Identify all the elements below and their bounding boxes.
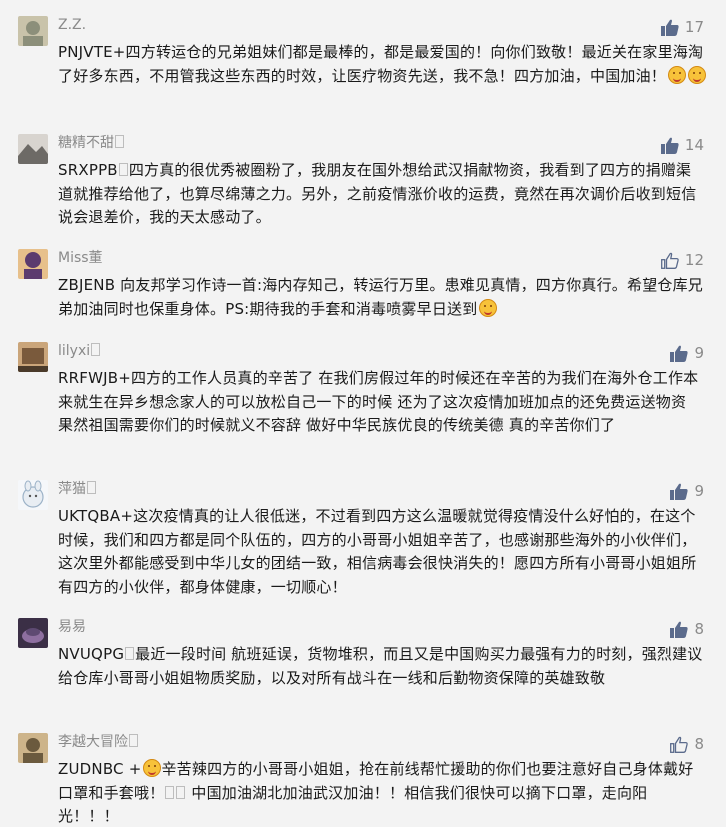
comment-body: RRFWJB+四方的工作人员真的辛苦了 在我们房假过年的时候还在辛苦的为我们在海… — [58, 369, 699, 434]
like-count: 14 — [684, 136, 704, 154]
comment-text: PNJVTE+四方转运仓的兄弟姐妹们都是最棒的，都是最爱国的！向你们致敬！最近关… — [58, 41, 707, 88]
thumb-up-filled-icon — [670, 345, 689, 362]
avatar[interactable] — [18, 16, 48, 46]
like-button[interactable]: 12 — [660, 251, 704, 269]
avatar-photo-icon — [18, 733, 48, 763]
avatar[interactable] — [18, 733, 48, 763]
comment-text: ZBJENB 向友邦学习作诗一首:海内存知己，转运行万里。患难见真情，四方你真行… — [58, 274, 706, 321]
avatar[interactable] — [18, 134, 48, 164]
avatar[interactable] — [18, 618, 48, 648]
comment-text: SRXPPB 四方真的很优秀被圈粉了，我朋友在国外想给武汉捐献物资，我看到了四方的… — [58, 159, 706, 230]
avatar[interactable] — [18, 342, 48, 372]
emoji-grin-icon — [688, 65, 707, 84]
missing-glyph-icon — [87, 481, 96, 494]
missing-glyph-icon — [125, 647, 135, 660]
avatar-photo-icon — [18, 16, 48, 46]
commenter-name[interactable]: 易易 — [58, 618, 86, 636]
like-button[interactable]: 8 — [670, 620, 704, 638]
comment-text: ZUDNBC + 辛苦辣四方的小哥哥小姐姐，抢在前线帮忙援助的你们也要注意好自己身… — [58, 758, 706, 827]
commenter-name[interactable]: Miss董 — [58, 249, 103, 267]
commenter-name-text: 李越大冒险 — [58, 734, 128, 750]
commenter-name[interactable]: 李越大冒险 — [58, 733, 139, 751]
like-count: 9 — [694, 344, 704, 362]
comment-text: NVUQPG 最近一段时间 航班延误，货物堆积，而且又是中国购买力最强有力的时刻，… — [58, 643, 706, 690]
comment-list: Z.Z. 17 PNJVTE+四方转运仓的兄弟姐妹们都是最棒的，都是最爱国的！向… — [0, 0, 726, 827]
like-button[interactable]: 9 — [670, 482, 704, 500]
commenter-name[interactable]: 糖精不甜 — [58, 134, 125, 152]
missing-glyph-icon — [165, 785, 175, 799]
missing-glyph-icon — [176, 785, 186, 799]
commenter-name[interactable]: 萍猫 — [58, 480, 97, 498]
emoji-grin-icon — [668, 65, 687, 84]
commenter-name-text: 糖精不甜 — [58, 135, 114, 151]
like-button[interactable]: 17 — [660, 18, 704, 36]
like-count: 12 — [684, 251, 704, 269]
missing-glyph-icon — [118, 163, 128, 176]
missing-glyph-icon — [129, 734, 138, 747]
like-count: 17 — [684, 18, 704, 36]
comment-text: UKTQBA+这次疫情真的让人很低迷，不过看到四方这么温暖就觉得疫情没什么好怕的… — [58, 505, 706, 599]
like-count: 9 — [694, 482, 704, 500]
missing-glyph-icon — [115, 135, 124, 148]
commenter-name-text: lilyxi — [58, 343, 91, 359]
comment-code: SRXPPB — [58, 161, 118, 179]
like-button[interactable]: 9 — [670, 344, 704, 362]
like-button[interactable]: 8 — [670, 735, 704, 753]
avatar-photo-icon — [18, 618, 48, 648]
commenter-name-text: 萍猫 — [58, 481, 86, 497]
comment-body: 四方真的很优秀被圈粉了，我朋友在国外想给武汉捐献物资，我看到了四方的捐赠渠道就推… — [58, 161, 697, 226]
thumb-up-filled-icon — [660, 19, 679, 36]
comment-code: NVUQPG — [58, 645, 125, 663]
avatar-photo-icon — [18, 249, 48, 279]
avatar-photo-icon — [18, 134, 48, 164]
avatar-cartoon-icon — [18, 480, 48, 510]
avatar[interactable] — [18, 249, 48, 279]
avatar[interactable] — [18, 480, 48, 510]
like-button[interactable]: 14 — [660, 136, 704, 154]
avatar-photo-icon — [18, 342, 48, 372]
commenter-name[interactable]: lilyxi — [58, 342, 101, 360]
missing-glyph-icon — [91, 343, 101, 356]
thumb-up-outline-icon — [670, 736, 689, 753]
thumb-up-outline-icon — [660, 252, 679, 269]
emoji-grin-icon — [479, 298, 498, 317]
like-count: 8 — [694, 735, 704, 753]
comment-body: UKTQBA+这次疫情真的让人很低迷，不过看到四方这么温暖就觉得疫情没什么好怕的… — [58, 507, 697, 596]
thumb-up-filled-icon — [670, 621, 689, 638]
comment-code: ZUDNBC + — [58, 760, 142, 778]
emoji-kiss-icon — [143, 759, 162, 777]
commenter-name[interactable]: Z.Z. — [58, 16, 86, 34]
thumb-up-filled-icon — [670, 483, 689, 500]
comment-body: PNJVTE+四方转运仓的兄弟姐妹们都是最棒的，都是最爱国的！向你们致敬！最近关… — [58, 43, 704, 85]
comment-text: RRFWJB+四方的工作人员真的辛苦了 在我们房假过年的时候还在辛苦的为我们在海… — [58, 367, 706, 438]
thumb-up-filled-icon — [660, 137, 679, 154]
like-count: 8 — [694, 620, 704, 638]
comment-body: 最近一段时间 航班延误，货物堆积，而且又是中国购买力最强有力的时刻，强烈建议给仓… — [58, 645, 703, 687]
comment-body: ZBJENB 向友邦学习作诗一首:海内存知己，转运行万里。患难见真情，四方你真行… — [58, 276, 704, 318]
